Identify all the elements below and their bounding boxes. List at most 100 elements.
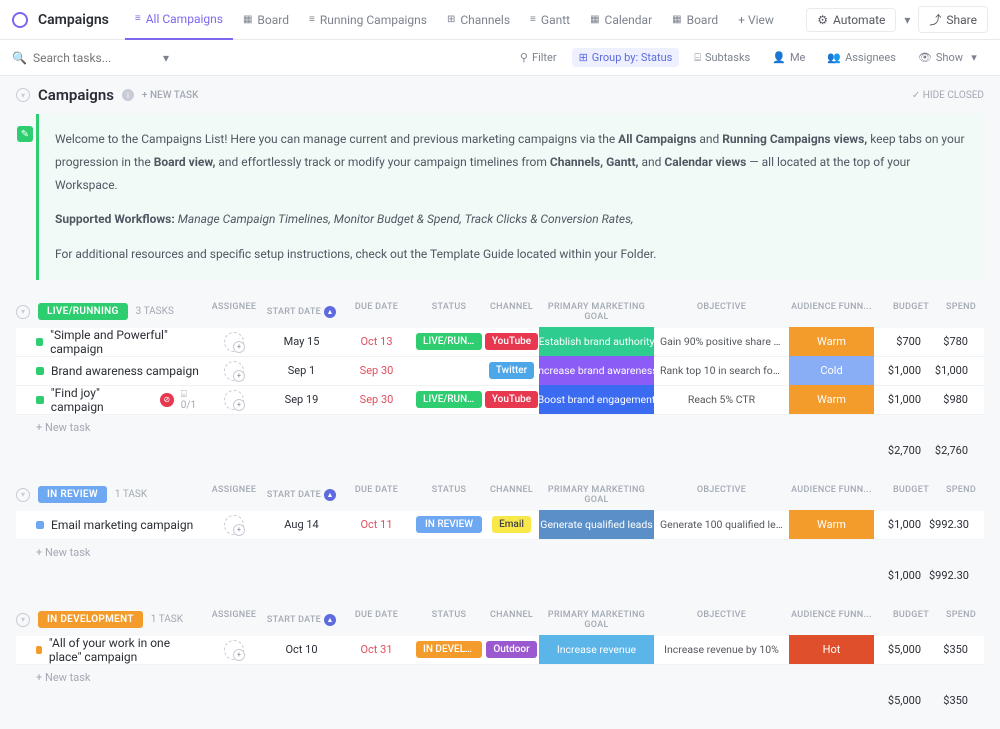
col-channel[interactable]: CHANNEL bbox=[484, 485, 539, 505]
tab--view[interactable]: + View bbox=[728, 0, 784, 40]
col-goal[interactable]: PRIMARY MARKETING GOAL bbox=[539, 610, 654, 630]
col-start-date[interactable]: START DATE ▲ bbox=[264, 485, 339, 505]
col-spend[interactable]: SPEND bbox=[929, 610, 984, 630]
task-row[interactable]: Brand awareness campaign Sep 1 Sep 30 Tw… bbox=[16, 357, 984, 386]
sort-asc-icon[interactable]: ▲ bbox=[324, 306, 336, 318]
subtasks-button[interactable]: ⌸Subtasks bbox=[687, 48, 757, 68]
status-chip[interactable]: IN REVIEW bbox=[416, 516, 482, 533]
goal-chip[interactable]: Increase revenue bbox=[539, 635, 654, 664]
sort-asc-icon[interactable]: ▲ bbox=[324, 489, 336, 501]
col-start-date[interactable]: START DATE ▲ bbox=[264, 610, 339, 630]
new-task-row[interactable]: + New task bbox=[16, 665, 984, 690]
tab-running-campaigns[interactable]: ≡Running Campaigns bbox=[299, 0, 437, 40]
col-channel[interactable]: CHANNEL bbox=[484, 610, 539, 630]
start-date[interactable]: May 15 bbox=[264, 327, 339, 356]
group-collapse-icon[interactable]: ▾ bbox=[16, 305, 30, 319]
col-objective[interactable]: OBJECTIVE bbox=[654, 302, 789, 322]
filter-button[interactable]: ⚲Filter bbox=[513, 48, 564, 67]
assignee-avatar[interactable] bbox=[224, 361, 244, 381]
hide-closed-button[interactable]: ✓ HIDE CLOSED bbox=[912, 90, 984, 101]
tab-channels[interactable]: ⊞Channels bbox=[437, 0, 520, 40]
tab-board[interactable]: ▦Board bbox=[233, 0, 299, 40]
start-date[interactable]: Oct 10 bbox=[264, 635, 339, 664]
col-status[interactable]: STATUS bbox=[414, 610, 484, 630]
funnel-chip[interactable]: Warm bbox=[789, 385, 874, 414]
assignee-avatar[interactable] bbox=[224, 515, 244, 535]
goal-chip[interactable]: Increase brand awareness bbox=[539, 356, 654, 385]
sort-asc-icon[interactable]: ▲ bbox=[324, 614, 336, 626]
start-date[interactable]: Sep 1 bbox=[264, 356, 339, 385]
funnel-chip[interactable]: Cold bbox=[789, 356, 874, 385]
status-dot-icon[interactable] bbox=[36, 396, 44, 404]
col-channel[interactable]: CHANNEL bbox=[484, 302, 539, 322]
automate-chevron-icon[interactable]: ▾ bbox=[900, 13, 914, 27]
col-status[interactable]: STATUS bbox=[414, 485, 484, 505]
group-by-button[interactable]: ⊞Group by: Status bbox=[572, 48, 680, 67]
group-collapse-icon[interactable]: ▾ bbox=[16, 488, 30, 502]
col-assignee[interactable]: ASSIGNEE bbox=[204, 485, 264, 505]
funnel-chip[interactable]: Warm bbox=[789, 510, 874, 539]
tab-all-campaigns[interactable]: ≡All Campaigns bbox=[125, 0, 233, 40]
assignee-avatar[interactable] bbox=[224, 332, 244, 352]
status-dot-icon[interactable] bbox=[36, 338, 43, 346]
funnel-chip[interactable]: Hot bbox=[789, 635, 874, 664]
task-row[interactable]: "Simple and Powerful" campaign May 15 Oc… bbox=[16, 328, 984, 357]
col-goal[interactable]: PRIMARY MARKETING GOAL bbox=[539, 302, 654, 322]
col-assignee[interactable]: ASSIGNEE bbox=[204, 610, 264, 630]
blocked-icon[interactable]: ⊘ bbox=[160, 393, 174, 407]
tab-calendar[interactable]: ▦Calendar bbox=[580, 0, 662, 40]
col-budget[interactable]: BUDGET bbox=[874, 610, 929, 630]
task-row[interactable]: "Find joy" campaign ⊘ ⌸ 0/1 Sep 19 Sep 3… bbox=[16, 386, 984, 415]
channel-chip[interactable]: Twitter bbox=[489, 362, 534, 379]
col-start-date[interactable]: START DATE ▲ bbox=[264, 302, 339, 322]
collapse-icon[interactable]: ▾ bbox=[16, 88, 30, 102]
col-objective[interactable]: OBJECTIVE bbox=[654, 610, 789, 630]
due-date[interactable]: Oct 31 bbox=[339, 635, 414, 664]
start-date[interactable]: Sep 19 bbox=[264, 385, 339, 414]
col-funnel[interactable]: AUDIENCE FUNN... bbox=[789, 302, 874, 322]
search-input[interactable] bbox=[33, 51, 153, 65]
status-chip[interactable]: IN DEVELOP... bbox=[416, 641, 482, 658]
goal-chip[interactable]: Boost brand engagement bbox=[539, 385, 654, 414]
new-task-row[interactable]: + New task bbox=[16, 415, 984, 440]
status-chip[interactable]: LIVE/RUNNI... bbox=[416, 391, 482, 408]
col-due-date[interactable]: DUE DATE bbox=[339, 610, 414, 630]
search-chevron-icon[interactable]: ▾ bbox=[159, 51, 173, 65]
goal-chip[interactable]: Generate qualified leads bbox=[539, 510, 654, 539]
channel-chip[interactable]: Email bbox=[492, 516, 531, 533]
task-row[interactable]: Email marketing campaign Aug 14 Oct 11 I… bbox=[16, 511, 984, 540]
search-input-wrapper[interactable]: 🔍 ▾ bbox=[12, 51, 505, 65]
info-icon[interactable]: i bbox=[122, 89, 134, 101]
channel-chip[interactable]: Outdoor bbox=[486, 641, 536, 658]
due-date[interactable]: Oct 11 bbox=[339, 510, 414, 539]
group-collapse-icon[interactable]: ▾ bbox=[16, 613, 30, 627]
col-funnel[interactable]: AUDIENCE FUNN... bbox=[789, 610, 874, 630]
col-goal[interactable]: PRIMARY MARKETING GOAL bbox=[539, 485, 654, 505]
automate-button[interactable]: ⚙Automate bbox=[806, 8, 896, 32]
group-status-pill[interactable]: IN DEVELOPMENT bbox=[38, 611, 143, 628]
col-spend[interactable]: SPEND bbox=[929, 485, 984, 505]
due-date[interactable]: Sep 30 bbox=[339, 385, 414, 414]
assignee-avatar[interactable] bbox=[224, 390, 244, 410]
funnel-chip[interactable]: Warm bbox=[789, 327, 874, 356]
new-task-button[interactable]: + NEW TASK bbox=[142, 90, 198, 101]
new-task-row[interactable]: + New task bbox=[16, 540, 984, 565]
col-budget[interactable]: BUDGET bbox=[874, 302, 929, 322]
assignee-avatar[interactable] bbox=[224, 640, 244, 660]
col-due-date[interactable]: DUE DATE bbox=[339, 485, 414, 505]
status-dot-icon[interactable] bbox=[36, 367, 44, 375]
status-dot-icon[interactable] bbox=[36, 521, 44, 529]
status-dot-icon[interactable] bbox=[36, 646, 42, 654]
status-chip[interactable]: LIVE/RUNNI... bbox=[416, 333, 482, 350]
col-spend[interactable]: SPEND bbox=[929, 302, 984, 322]
due-date[interactable]: Sep 30 bbox=[339, 356, 414, 385]
start-date[interactable]: Aug 14 bbox=[264, 510, 339, 539]
subtask-count[interactable]: ⌸ 0/1 bbox=[181, 389, 204, 411]
tab-gantt[interactable]: ≡Gantt bbox=[520, 0, 580, 40]
col-objective[interactable]: OBJECTIVE bbox=[654, 485, 789, 505]
tab-board[interactable]: ▦Board bbox=[662, 0, 728, 40]
channel-chip[interactable]: YouTube bbox=[485, 391, 538, 408]
col-assignee[interactable]: ASSIGNEE bbox=[204, 302, 264, 322]
goal-chip[interactable]: Establish brand authority bbox=[539, 327, 654, 356]
col-due-date[interactable]: DUE DATE bbox=[339, 302, 414, 322]
